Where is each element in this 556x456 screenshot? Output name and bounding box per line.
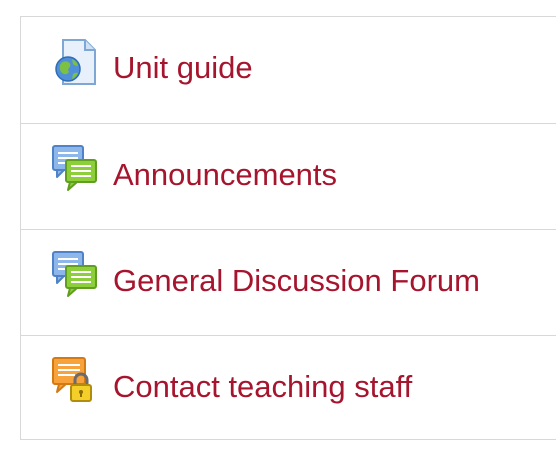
- forum-icon: [51, 143, 99, 193]
- activity-contact-teaching-staff[interactable]: Contact teaching staff: [21, 335, 556, 441]
- activity-announcements[interactable]: Announcements: [21, 123, 556, 229]
- activity-list: Unit guide Announcements General Discuss…: [20, 16, 556, 440]
- forum-icon: [51, 249, 99, 299]
- activity-label: General Discussion Forum: [113, 263, 480, 298]
- activity-general-discussion-forum[interactable]: General Discussion Forum: [21, 229, 556, 335]
- activity-unit-guide[interactable]: Unit guide: [21, 17, 556, 123]
- activity-label: Announcements: [113, 157, 338, 192]
- activity-label: Contact teaching staff: [113, 369, 413, 404]
- activity-label: Unit guide: [113, 50, 253, 85]
- url-globe-icon: [51, 36, 99, 86]
- locked-forum-icon: [51, 355, 99, 405]
